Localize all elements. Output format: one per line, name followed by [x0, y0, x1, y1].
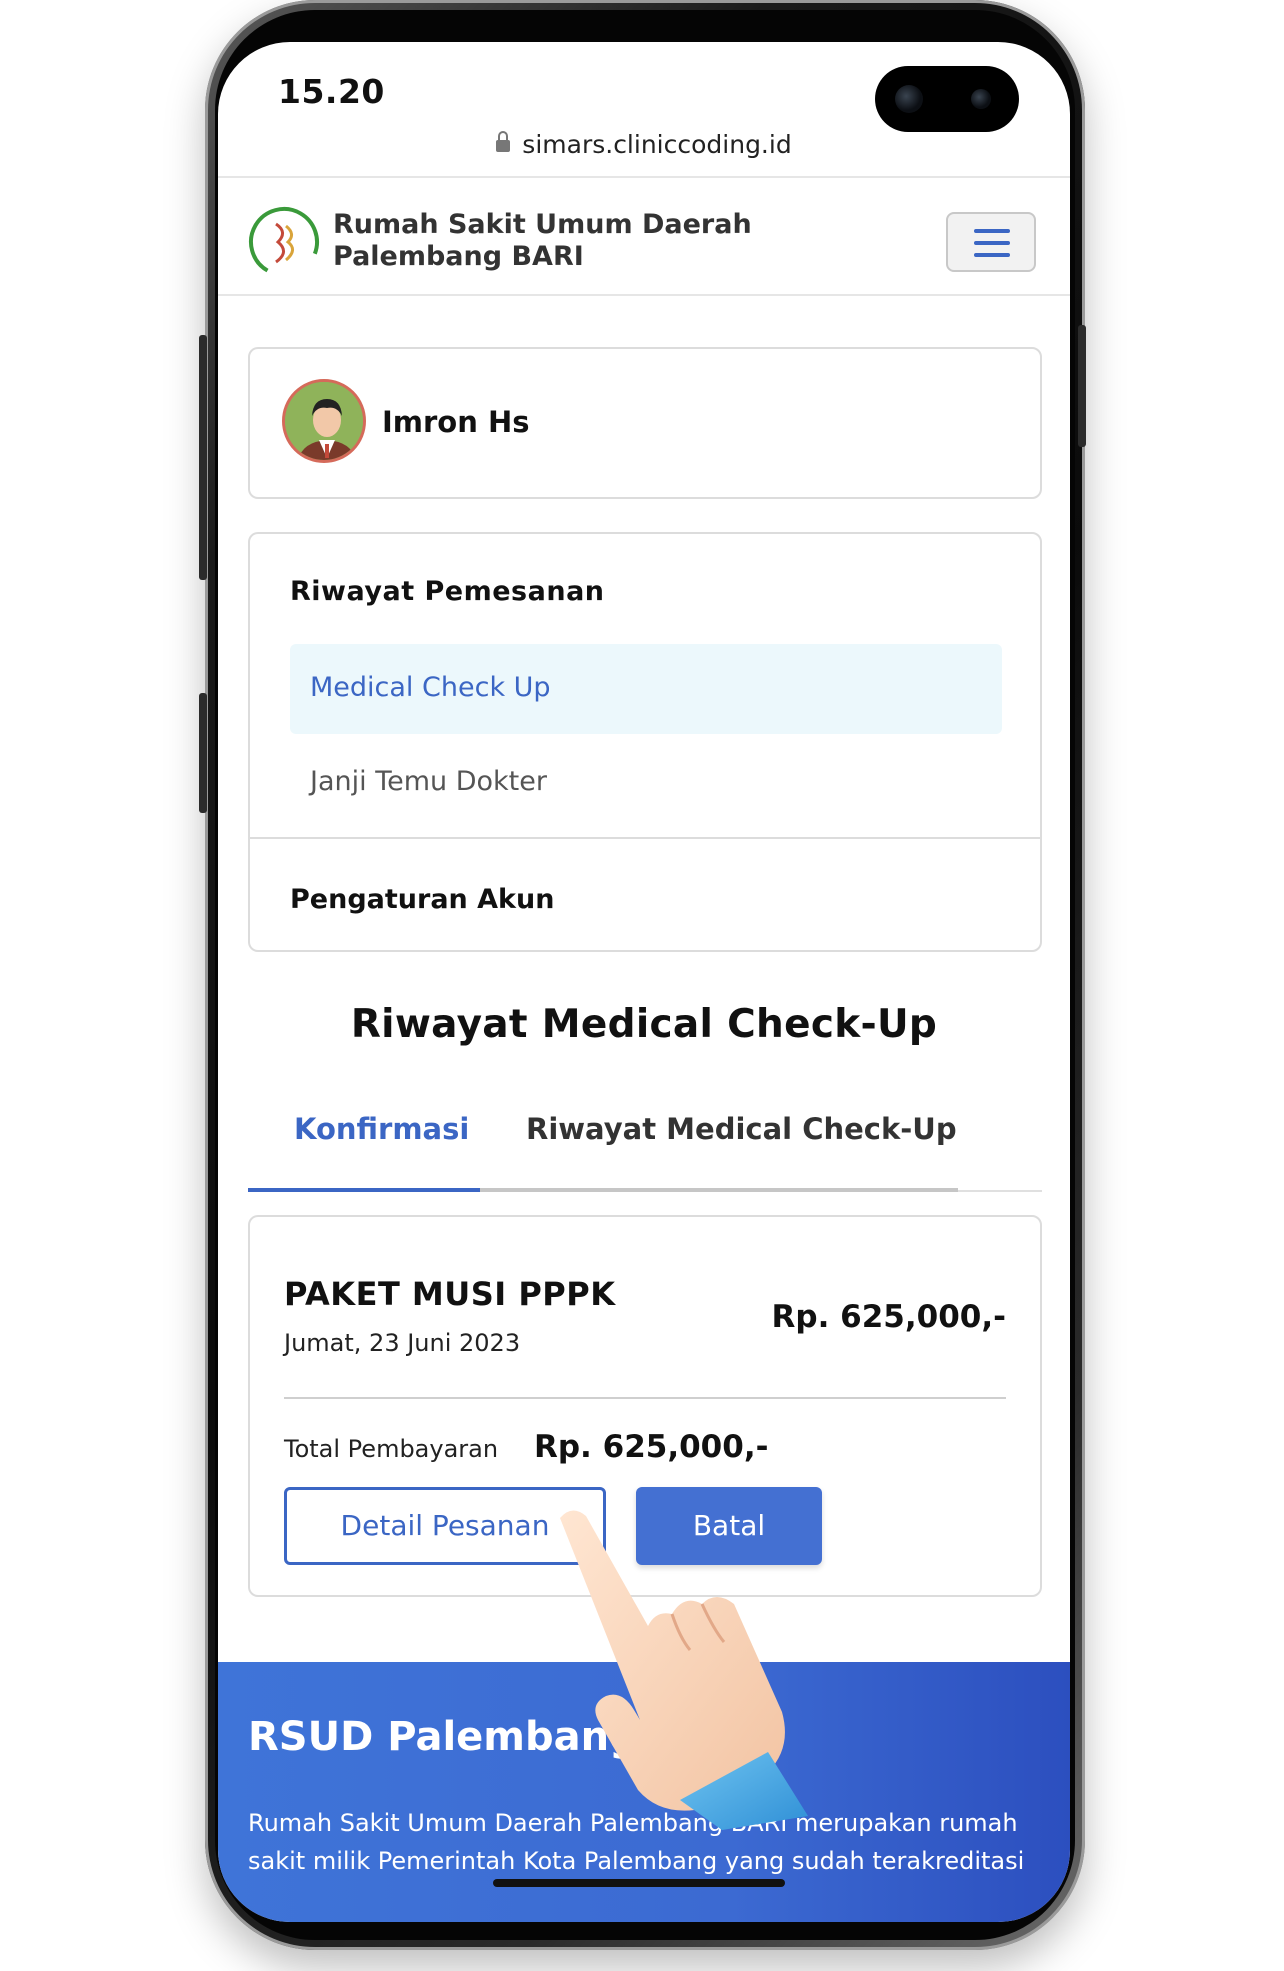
camera-cutout [875, 66, 1019, 132]
hamburger-icon [974, 229, 1010, 233]
status-time: 15.20 [278, 72, 385, 111]
brand-line-2: Palembang BARI [333, 241, 584, 272]
menu-divider [250, 837, 1040, 839]
active-tab-indicator [248, 1188, 480, 1192]
order-divider [284, 1397, 1006, 1399]
front-camera-icon [895, 85, 923, 113]
avatar [282, 379, 366, 463]
profile-card: Imron Hs [248, 347, 1042, 499]
phone-volume-button [199, 335, 207, 580]
order-history-heading: Riwayat Pemesanan [290, 576, 605, 607]
tab-medical-check-up-history[interactable]: Riwayat Medical Check-Up [526, 1112, 957, 1146]
package-name: PAKET MUSI PPPK [284, 1275, 616, 1313]
front-sensor-icon [971, 89, 991, 109]
brand-line-1: Rumah Sakit Umum Daerah [333, 209, 752, 240]
menu-item-doctor-appointment[interactable]: Janji Temu Dokter [310, 766, 547, 797]
site-header: Rumah Sakit Umum Daerah Palembang BARI [218, 178, 1070, 296]
account-menu-card: Riwayat Pemesanan Medical Check Up Janji… [248, 532, 1042, 952]
total-payment-label: Total Pembayaran [284, 1435, 499, 1463]
user-avatar-icon [285, 382, 363, 460]
hamburger-icon [974, 253, 1010, 257]
package-price: Rp. 625,000,- [771, 1299, 1006, 1335]
phone-power-button [1078, 325, 1086, 447]
menu-item-account-settings[interactable]: Pengaturan Akun [290, 884, 554, 915]
pointing-hand-icon [560, 1510, 808, 1830]
profile-name: Imron Hs [382, 405, 530, 439]
menu-item-label: Medical Check Up [310, 672, 551, 703]
home-indicator[interactable] [493, 1879, 785, 1887]
url-text: simars.cliniccoding.id [522, 130, 792, 159]
hamburger-menu-button[interactable] [946, 212, 1036, 272]
page-title: Riwayat Medical Check-Up [350, 1002, 938, 1047]
brand-name[interactable]: Rumah Sakit Umum Daerah Palembang BARI [333, 209, 752, 273]
phone-side-button [199, 693, 207, 813]
total-payment-value: Rp. 625,000,- [534, 1429, 769, 1465]
hamburger-icon [974, 241, 1010, 245]
tab-bar: Konfirmasi Riwayat Medical Check-Up [248, 1112, 1042, 1192]
inactive-tab-indicator [480, 1188, 958, 1192]
lock-icon [496, 131, 511, 152]
tab-confirmation[interactable]: Konfirmasi [294, 1112, 469, 1146]
order-date: Jumat, 23 Juni 2023 [284, 1329, 521, 1357]
menu-item-medical-check-up[interactable]: Medical Check Up [290, 644, 1002, 734]
address-bar[interactable]: simars.cliniccoding.id [218, 130, 1070, 159]
hospital-logo-icon [249, 207, 319, 277]
